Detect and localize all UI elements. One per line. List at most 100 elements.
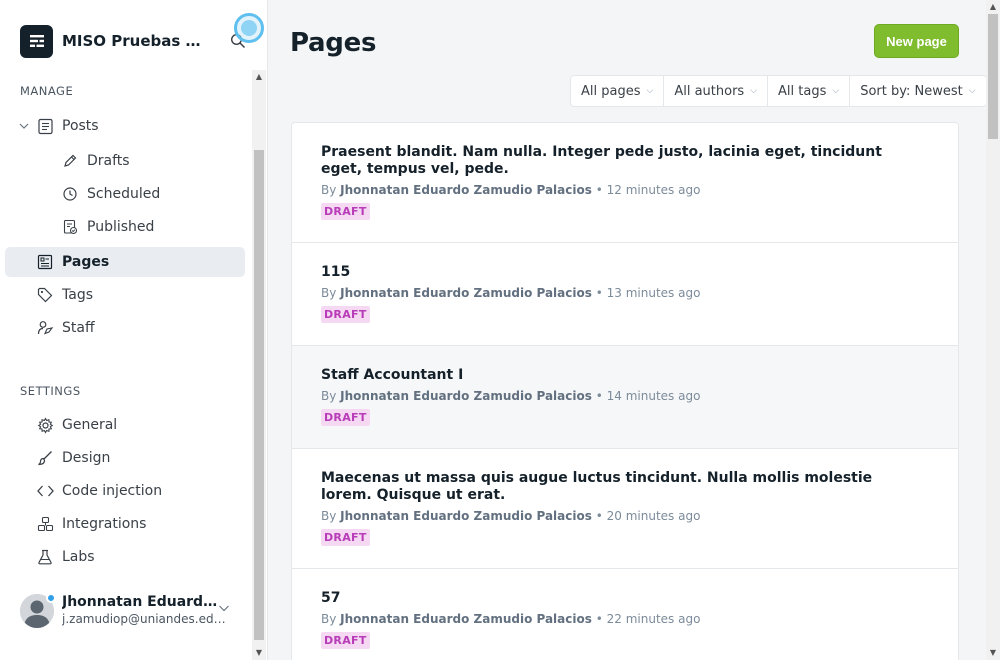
- main-scrollbar[interactable]: ▲ ▼: [986, 0, 1000, 660]
- meta-by: By: [321, 183, 337, 197]
- ghost-logo-icon: [20, 24, 53, 58]
- author-name: Jhonnatan Eduardo Zamudio Palacios: [340, 389, 592, 403]
- meta-by: By: [321, 286, 337, 300]
- cursor-indicator: [234, 13, 264, 43]
- sidebar-item-labs[interactable]: Labs: [5, 542, 245, 572]
- brand[interactable]: MISO Pruebas Automatizadas: [20, 24, 212, 58]
- filter-author-dropdown[interactable]: All authors ⌵: [664, 76, 769, 106]
- status-badge: DRAFT: [321, 306, 370, 323]
- sidebar-item-design[interactable]: Design: [5, 443, 245, 473]
- author-name: Jhonnatan Eduardo Zamudio Palacios: [340, 183, 592, 197]
- staff-icon: [36, 319, 54, 337]
- author-name: Jhonnatan Eduardo Zamudio Palacios: [340, 509, 592, 523]
- main-scroll-thumb[interactable]: [988, 14, 998, 139]
- tag-icon: [36, 286, 54, 304]
- pencil-icon: [61, 152, 79, 170]
- sidebar-item-scheduled[interactable]: Scheduled: [5, 179, 245, 209]
- page-title-text: 57: [321, 590, 341, 606]
- page-meta: By Jhonnatan Eduardo Zamudio Palacios • …: [321, 509, 920, 523]
- chevron-down-icon[interactable]: [218, 602, 230, 614]
- filter-label: All tags: [778, 83, 827, 99]
- sidebar-item-label: Published: [87, 219, 155, 235]
- brush-icon: [36, 449, 54, 467]
- new-page-button[interactable]: New page: [874, 24, 959, 58]
- posts-icon: [36, 117, 54, 135]
- sidebar-item-label: General: [62, 417, 118, 433]
- page-meta: By Jhonnatan Eduardo Zamudio Palacios • …: [321, 389, 920, 403]
- sidebar-item-label: Integrations: [62, 516, 147, 532]
- chevron-down-icon: ⌵: [750, 86, 758, 96]
- filter-bar: All pages ⌵ All authors ⌵ All tags ⌵ Sort b…: [570, 75, 987, 107]
- sidebar-nav: MANAGE Posts Drafts Scheduled Published …: [0, 70, 252, 660]
- page-meta: By Jhonnatan Eduardo Zamudio Palacios • …: [321, 183, 920, 197]
- chevron-down-icon[interactable]: [19, 121, 31, 131]
- timestamp: 20 minutes ago: [606, 509, 701, 523]
- status-badge: DRAFT: [321, 203, 370, 220]
- page-title: Pages: [290, 28, 377, 58]
- sidebar-item-label: Scheduled: [87, 186, 161, 202]
- page-title-text: Maecenas ut massa quis augue luctus tinc…: [321, 470, 873, 503]
- search-button[interactable]: [226, 13, 264, 57]
- user-name: Jhonnatan Eduardo Zamudio Palacios: [62, 594, 222, 610]
- sidebar-item-label: Tags: [62, 287, 93, 303]
- sidebar-item-staff[interactable]: Staff: [5, 313, 245, 343]
- sidebar-scrollbar[interactable]: ▲ ▼: [252, 70, 266, 660]
- sidebar-item-posts[interactable]: Posts: [5, 111, 245, 141]
- meta-separator: •: [595, 389, 603, 403]
- page-title-text: Staff Accountant I: [321, 367, 464, 383]
- meta-by: By: [321, 389, 337, 403]
- scroll-up-arrow-icon[interactable]: ▲: [986, 0, 1000, 14]
- list-item[interactable]: Maecenas ut massa quis augue luctus tinc…: [292, 449, 958, 569]
- sidebar-item-general[interactable]: General: [5, 410, 245, 440]
- sidebar-item-label: Drafts: [87, 153, 130, 169]
- sidebar-item-published[interactable]: Published: [5, 212, 245, 242]
- meta-separator: •: [595, 612, 603, 626]
- code-icon: [36, 482, 54, 500]
- scroll-down-arrow-icon[interactable]: ▼: [986, 646, 1000, 660]
- list-item[interactable]: 115 By Jhonnatan Eduardo Zamudio Palacio…: [292, 243, 958, 346]
- gear-icon: [36, 416, 54, 434]
- author-name: Jhonnatan Eduardo Zamudio Palacios: [340, 612, 592, 626]
- list-item[interactable]: Praesent blandit. Nam nulla. Integer ped…: [292, 123, 958, 243]
- filter-label: Sort by: Newest: [860, 83, 963, 99]
- meta-separator: •: [595, 509, 603, 523]
- page-title-text: 115: [321, 264, 351, 280]
- user-email: j.zamudiop@uniandes.edu.co: [62, 612, 227, 626]
- sidebar-item-pages[interactable]: Pages: [5, 247, 245, 277]
- timestamp: 22 minutes ago: [606, 612, 701, 626]
- page-meta: By Jhonnatan Eduardo Zamudio Palacios • …: [321, 286, 920, 300]
- sidebar-item-tags[interactable]: Tags: [5, 280, 245, 310]
- sidebar-item-label: Design: [62, 450, 111, 466]
- settings-section-label: SETTINGS: [20, 384, 81, 398]
- sidebar-item-drafts[interactable]: Drafts: [5, 146, 245, 176]
- timestamp: 13 minutes ago: [606, 286, 701, 300]
- meta-by: By: [321, 612, 337, 626]
- pages-icon: [36, 253, 54, 271]
- status-badge: DRAFT: [321, 529, 370, 546]
- list-item[interactable]: 57 By Jhonnatan Eduardo Zamudio Palacios…: [292, 569, 958, 660]
- meta-separator: •: [595, 286, 603, 300]
- page-meta: By Jhonnatan Eduardo Zamudio Palacios • …: [321, 612, 920, 626]
- user-menu[interactable]: Jhonnatan Eduardo Zamudio Palacios j.zam…: [20, 590, 250, 632]
- filter-tag-dropdown[interactable]: All tags ⌵: [768, 76, 851, 106]
- author-name: Jhonnatan Eduardo Zamudio Palacios: [340, 286, 592, 300]
- sidebar-item-label: Pages: [62, 254, 110, 270]
- list-item[interactable]: Staff Accountant I By Jhonnatan Eduardo …: [292, 346, 958, 449]
- filter-type-dropdown[interactable]: All pages ⌵: [571, 76, 665, 106]
- scroll-down-arrow-icon[interactable]: ▼: [252, 646, 266, 660]
- sidebar-item-integrations[interactable]: Integrations: [5, 509, 245, 539]
- sidebar-scroll-thumb[interactable]: [254, 150, 264, 640]
- sidebar: MISO Pruebas Automatizadas MANAGE Posts …: [0, 0, 268, 660]
- published-icon: [61, 218, 79, 236]
- manage-section-label: MANAGE: [20, 84, 74, 98]
- sidebar-item-label: Staff: [62, 320, 95, 336]
- filter-label: All pages: [581, 83, 641, 99]
- timestamp: 14 minutes ago: [606, 389, 701, 403]
- sort-dropdown[interactable]: Sort by: Newest ⌵: [850, 76, 985, 106]
- filter-label: All authors: [674, 83, 745, 99]
- status-badge: DRAFT: [321, 632, 370, 649]
- scroll-up-arrow-icon[interactable]: ▲: [252, 70, 266, 84]
- sidebar-item-code-injection[interactable]: Code injection: [5, 476, 245, 506]
- meta-by: By: [321, 509, 337, 523]
- sidebar-item-label: Code injection: [62, 483, 163, 499]
